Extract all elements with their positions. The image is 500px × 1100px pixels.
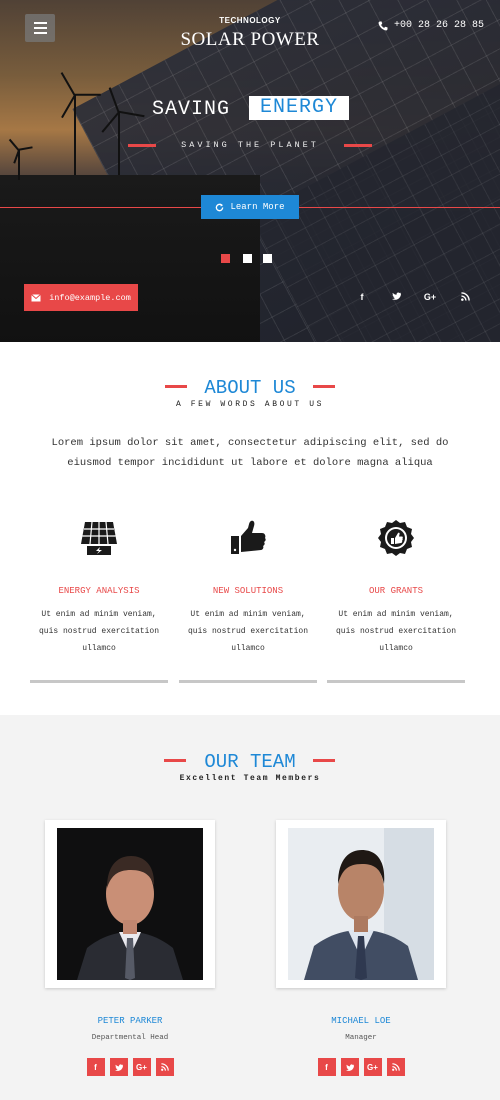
feature-card: ENERGY ANALYSIS Ut enim ad minim veniam,…	[30, 518, 168, 657]
hero-banner: TECHNOLOGY SOLAR POWER +00 28 26 28 85 S…	[0, 0, 500, 342]
rss-icon[interactable]	[386, 1058, 405, 1076]
hero-subline: SAVING THE PLANET	[181, 140, 319, 150]
google-plus-icon[interactable]: G+	[363, 1058, 382, 1076]
member-role: Manager	[345, 1034, 377, 1042]
email-button[interactable]: info@example.com	[24, 284, 138, 311]
rss-icon[interactable]	[458, 292, 472, 303]
member-photo	[288, 828, 434, 980]
slide-dot-2[interactable]	[243, 254, 252, 263]
facebook-icon[interactable]: f	[86, 1058, 105, 1076]
feature-underline	[30, 680, 168, 683]
member-name[interactable]: MICHAEL LOE	[276, 1016, 446, 1026]
email-address: info@example.com	[49, 292, 131, 303]
feature-underline	[327, 680, 465, 683]
phone-icon	[378, 21, 388, 30]
photo-frame	[45, 820, 215, 988]
feature-description: Ut enim ad minim veniam, quis nostrud ex…	[187, 610, 309, 653]
learn-more-button[interactable]: Learn More	[201, 195, 299, 219]
google-plus-icon[interactable]: G+	[423, 292, 437, 302]
about-title: ABOUT US	[204, 377, 296, 399]
photo-frame	[276, 820, 446, 988]
rss-icon[interactable]	[155, 1058, 174, 1076]
feature-description: Ut enim ad minim veniam, quis nostrud ex…	[335, 610, 457, 653]
slide-dot-3[interactable]	[263, 254, 272, 263]
facebook-icon[interactable]: f	[317, 1058, 336, 1076]
team-section: OUR TEAM Excellent Team Members PETER PA…	[0, 715, 500, 1100]
twitter-icon[interactable]	[109, 1058, 128, 1076]
team-title: OUR TEAM	[204, 751, 296, 773]
team-member-card: PETER PARKER Departmental Head f G+	[45, 820, 215, 1076]
hero-headline-b: ENERGY	[249, 96, 349, 120]
feature-card: NEW SOLUTIONS Ut enim ad minim veniam, q…	[179, 518, 317, 657]
thumbs-up-icon	[231, 520, 266, 554]
twitter-icon[interactable]	[340, 1058, 359, 1076]
google-plus-icon[interactable]: G+	[132, 1058, 151, 1076]
feature-description: Ut enim ad minim veniam, quis nostrud ex…	[38, 610, 160, 653]
member-role: Departmental Head	[91, 1034, 169, 1042]
twitter-icon[interactable]	[389, 292, 403, 302]
phone-number: +00 28 26 28 85	[393, 20, 484, 31]
member-name[interactable]: PETER PARKER	[45, 1016, 215, 1026]
award-badge-icon	[378, 520, 414, 556]
refresh-icon	[216, 202, 224, 211]
team-member-card: MICHAEL LOE Manager f G+	[276, 820, 446, 1076]
about-subtitle: A FEW WORDS ABOUT US	[175, 400, 324, 409]
hero-dash-left	[128, 144, 156, 147]
hero-headline-a: SAVING	[152, 98, 231, 121]
about-section: ABOUT US A FEW WORDS ABOUT US Lorem ipsu…	[0, 342, 500, 715]
team-subtitle: Excellent Team Members	[179, 774, 321, 783]
feature-name: ENERGY ANALYSIS	[58, 586, 140, 596]
solar-panel-icon	[81, 521, 117, 555]
phone-contact[interactable]: +00 28 26 28 85	[378, 20, 484, 31]
member-social: f G+	[276, 1058, 446, 1076]
feature-name: OUR GRANTS	[368, 586, 423, 596]
learn-more-label: Learn More	[230, 202, 285, 212]
about-intro: Lorem ipsum dolor sit amet, consectetur …	[51, 437, 449, 469]
feature-underline	[179, 680, 317, 683]
brand-title[interactable]: SOLAR POWER	[0, 29, 500, 51]
member-photo	[57, 828, 203, 980]
member-social: f G+	[45, 1058, 215, 1076]
feature-name: NEW SOLUTIONS	[212, 586, 284, 596]
feature-card: OUR GRANTS Ut enim ad minim veniam, quis…	[327, 518, 465, 657]
hero-dash-right	[344, 144, 372, 147]
envelope-icon	[31, 293, 42, 301]
slide-dot-1[interactable]	[221, 254, 230, 263]
facebook-icon[interactable]: f	[355, 292, 369, 302]
